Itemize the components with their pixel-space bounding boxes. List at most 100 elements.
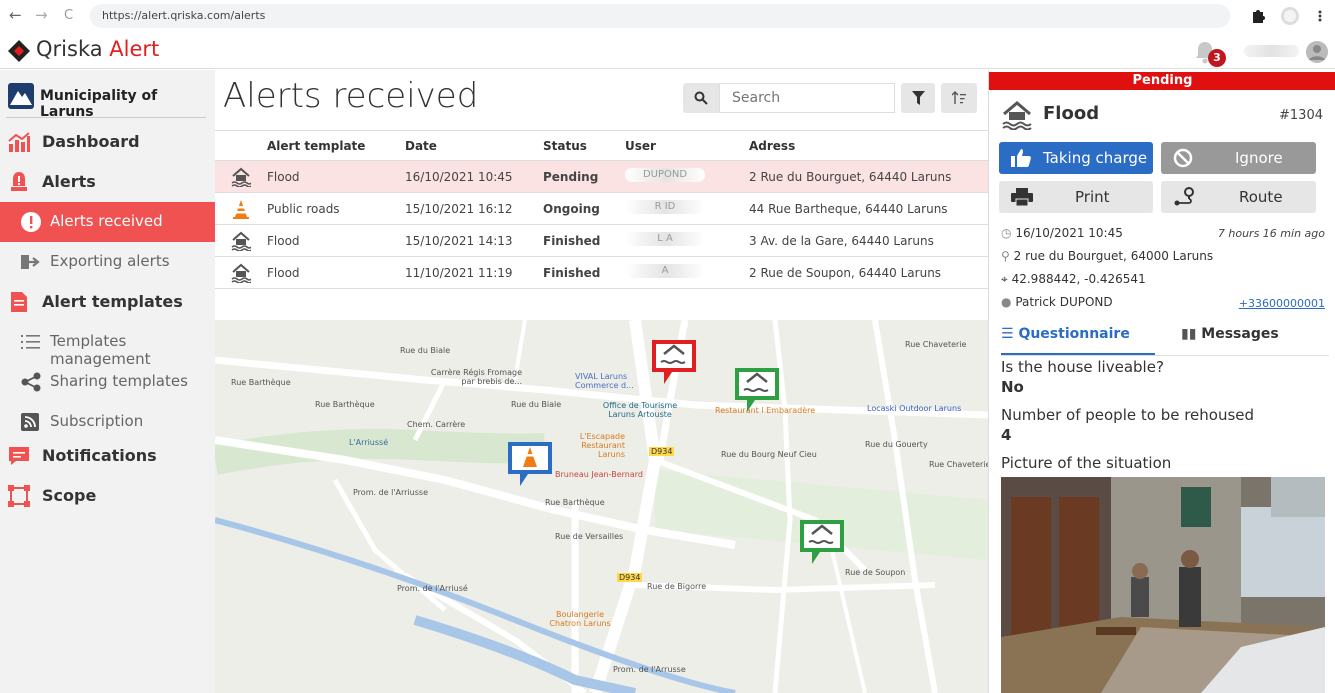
user-cell: L A: [625, 224, 749, 257]
user-icon: ●: [1001, 295, 1012, 309]
sidebar-item-label: Alert templates: [42, 292, 183, 311]
date-cell: 11/10/2021 11:19: [405, 256, 543, 289]
column-header[interactable]: Alert template: [267, 130, 405, 161]
print-button[interactable]: Print: [999, 181, 1153, 213]
alert-address: 2 rue du Bourguet, 64000 Laruns: [1013, 249, 1214, 263]
flood-pin-icon[interactable]: [798, 518, 846, 566]
filter-button[interactable]: [901, 83, 935, 113]
panel-tabs: ☰ Questionnaire ▮▮ Messages: [1001, 322, 1329, 356]
profile-icon[interactable]: [1280, 6, 1300, 26]
alert-coords: 42.988442, -0.426541: [1011, 272, 1146, 286]
qriska-logo-icon: [8, 40, 30, 62]
user-cell: DUPOND: [625, 160, 749, 193]
table-row[interactable]: Flood 11/10/2021 11:19 Finished A 2 Rue …: [215, 256, 988, 289]
sidebar-item-label: Scope: [42, 486, 97, 505]
street-label: Prom. de l'Arriusse: [353, 488, 428, 497]
sort-icon: [952, 91, 966, 104]
poi-label[interactable]: VIVAL Laruns Commerce d...: [575, 372, 645, 390]
button-label: Route: [1239, 188, 1283, 206]
address-cell: 3 Av. de la Gare, 64440 Laruns: [749, 224, 988, 257]
ban-icon: [1173, 148, 1193, 168]
sidebar-item-scope[interactable]: Scope: [0, 476, 215, 516]
back-arrow-icon[interactable]: ←: [9, 6, 22, 24]
municipality-header[interactable]: Municipality of Laruns: [6, 78, 206, 120]
table-row[interactable]: Public roads 15/10/2021 16:12 Ongoing R …: [215, 192, 988, 225]
street-label: Prom. de l'Arrusse: [613, 665, 686, 674]
sidebar-item-sharing-templates[interactable]: Sharing templates: [0, 362, 215, 402]
situation-photo[interactable]: [1001, 477, 1325, 693]
poi-label[interactable]: Bruneau Jean-Bernard: [555, 470, 643, 479]
extension-puzzle-icon[interactable]: [1250, 8, 1266, 24]
flood-house-icon: [1002, 101, 1032, 130]
user-cell: A: [625, 256, 749, 289]
sidebar-item-alerts[interactable]: Alerts: [0, 162, 215, 202]
status-cell: Finished: [543, 256, 625, 289]
search-button[interactable]: [683, 83, 719, 113]
user-blurred: DUPOND: [625, 168, 705, 182]
user-name-blurred[interactable]: [1244, 45, 1299, 57]
street-label: Rue Barthèque: [545, 498, 605, 507]
address-bar[interactable]: https://alert.qriska.com/alerts: [90, 4, 1230, 28]
question-answer: No: [1001, 378, 1024, 396]
street-label: Rue Barthèque: [231, 378, 291, 387]
sidebar-item-alert-templates[interactable]: Alert templates: [0, 282, 215, 322]
table-row[interactable]: Flood 16/10/2021 10:45 Pending DUPOND 2 …: [215, 160, 988, 193]
column-header[interactable]: User: [625, 130, 749, 161]
crosshair-icon: ⌖: [1001, 272, 1008, 286]
sidebar: Municipality of Laruns Dashboard Alerts …: [0, 70, 215, 693]
flood-pin-icon[interactable]: [733, 366, 781, 414]
button-label: Ignore: [1235, 149, 1283, 167]
icon-cell: [215, 160, 267, 193]
column-header[interactable]: Date: [405, 130, 543, 161]
sort-button[interactable]: [941, 83, 977, 113]
button-label: Print: [1075, 188, 1110, 206]
sidebar-item-exporting-alerts[interactable]: Exporting alerts: [0, 242, 215, 282]
sidebar-item-alerts-received[interactable]: Alerts received: [0, 202, 215, 242]
thumbs-up-icon: [1011, 149, 1031, 167]
user-cell: R ID: [625, 192, 749, 225]
street-label: Rue du Biale: [511, 400, 562, 409]
poi-label[interactable]: L'Escapade Restaurant Laruns: [555, 432, 625, 459]
sidebar-item-templates-management[interactable]: Templates management: [0, 322, 215, 368]
sidebar-item-label: Alerts received: [50, 212, 163, 230]
forward-arrow-icon[interactable]: →: [35, 6, 48, 24]
user-blurred: L A: [625, 232, 705, 246]
user-avatar-icon[interactable]: [1306, 41, 1328, 63]
sidebar-item-notifications[interactable]: Notifications: [0, 436, 215, 476]
phone-link[interactable]: +33600000001: [1239, 297, 1325, 310]
poi-label[interactable]: Carrère Régis Fromage par brebis de...: [422, 368, 522, 386]
roadworks-pin-icon[interactable]: [506, 440, 554, 488]
column-header[interactable]: Status: [543, 130, 625, 161]
table-row[interactable]: Flood 15/10/2021 14:13 Finished L A 3 Av…: [215, 224, 988, 257]
poi-label[interactable]: Boulangerie Chatron Laruns: [545, 610, 615, 628]
page-title: Alerts received: [223, 76, 479, 116]
question-label: Picture of the situation: [1001, 454, 1172, 472]
brand-title[interactable]: Qriska Alert: [36, 37, 159, 61]
tab-messages[interactable]: ▮▮ Messages: [1181, 326, 1279, 342]
sidebar-item-dashboard[interactable]: Dashboard: [0, 122, 215, 162]
poi-label[interactable]: Locaski Outdoor Laruns: [867, 404, 961, 413]
traffic-cone-icon: [233, 199, 249, 219]
brand-accent: Alert: [109, 37, 160, 61]
menu-kebab-icon[interactable]: [1312, 8, 1328, 24]
icon-cell: [215, 256, 267, 289]
column-header[interactable]: Adress: [749, 130, 988, 161]
tab-questionnaire[interactable]: ☰ Questionnaire: [1001, 326, 1130, 342]
ignore-button[interactable]: Ignore: [1161, 142, 1316, 174]
notification-badge[interactable]: 3: [1208, 49, 1226, 67]
street-label: Rue du Gouerty: [865, 440, 928, 449]
address-cell: 44 Rue Bartheque, 64440 Laruns: [749, 192, 988, 225]
status-banner: Pending: [989, 72, 1335, 90]
address-cell: 2 Rue de Soupon, 64440 Laruns: [749, 256, 988, 289]
table-header-row: Alert template Date Status User Adress: [215, 130, 988, 161]
route-button[interactable]: Route: [1161, 181, 1316, 213]
poi-label[interactable]: Office de Tourisme Laruns Artouste: [600, 401, 680, 419]
alerts-map[interactable]: Rue du Biale Rue Barthèque Rue Barthèque…: [215, 320, 988, 693]
reload-icon[interactable]: C: [64, 8, 73, 23]
flood-pin-icon[interactable]: [650, 338, 698, 386]
search-input[interactable]: [719, 83, 895, 113]
sidebar-item-label: Subscription: [50, 412, 144, 430]
street-label: Rue Chaveterie: [929, 460, 988, 469]
alert-datetime-row: ◷ 16/10/2021 10:45: [1001, 226, 1123, 240]
taking-charge-button[interactable]: Taking charge: [999, 142, 1153, 174]
